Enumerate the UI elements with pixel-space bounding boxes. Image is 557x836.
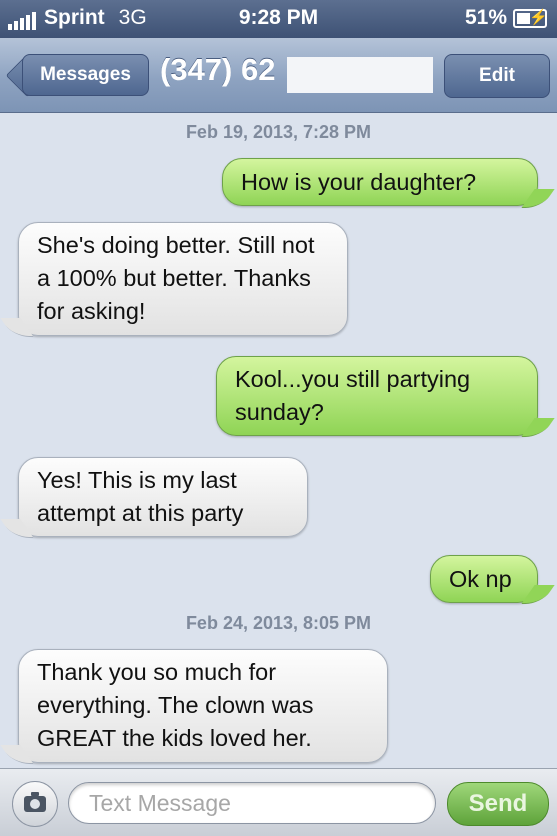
incoming-message[interactable]: She's doing better. Still not a 100% but… [18,222,348,336]
status-bar: Sprint 3G 9:28 PM 51% ⚡ [0,0,557,38]
incoming-message[interactable]: Thank you so much for everything. The cl… [18,649,388,763]
camera-icon [24,792,46,812]
navigation-bar: Messages (347) 62 Edit [0,38,557,113]
composer-bar: Send [0,768,557,836]
message-input[interactable] [68,782,436,824]
send-button-label: Send [468,790,528,817]
contact-title: (347) 62 [160,52,276,87]
timestamp: Feb 24, 2013, 8:05 PM [185,613,372,633]
battery-indicator: 51% ⚡ [464,6,548,30]
battery-percent: 51% [464,6,507,29]
camera-button[interactable] [12,781,58,827]
back-button-label: Messages [40,64,131,85]
outgoing-message[interactable]: How is your daughter? [222,158,538,206]
redacted-area [287,57,433,93]
edit-button-label: Edit [479,65,515,86]
send-button[interactable]: Send [447,782,549,826]
timestamp: Feb 19, 2013, 7:28 PM [185,122,372,142]
outgoing-message[interactable]: Ok np [430,555,538,603]
incoming-message[interactable]: Yes! This is my last attempt at this par… [18,457,308,537]
battery-icon: ⚡ [513,8,548,28]
back-button[interactable]: Messages [22,54,149,96]
conversation-view[interactable]: Feb 19, 2013, 7:28 PM How is your daught… [0,113,557,768]
edit-button[interactable]: Edit [444,54,550,98]
outgoing-message[interactable]: Kool...you still partying sunday? [216,356,538,436]
